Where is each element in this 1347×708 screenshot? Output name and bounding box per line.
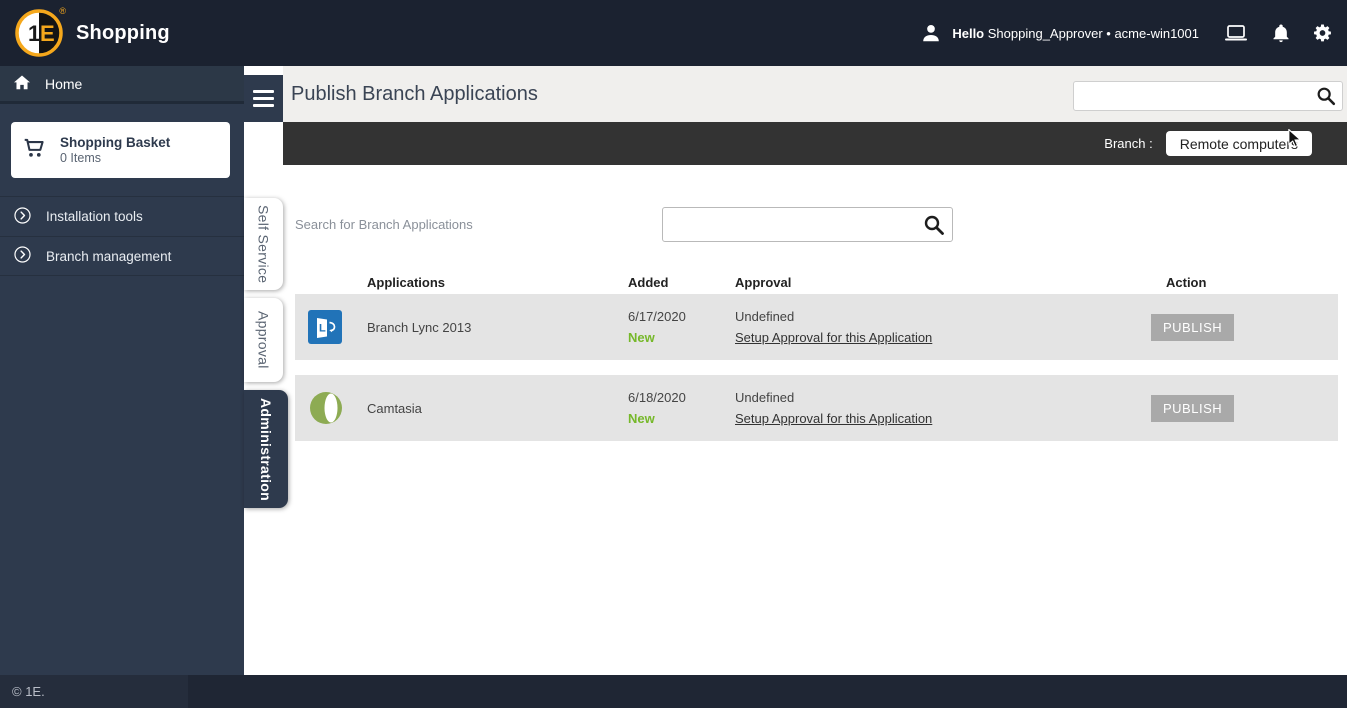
col-action: Action — [1147, 275, 1338, 290]
publish-button[interactable]: PUBLISH — [1151, 395, 1234, 422]
application-name: Camtasia — [367, 401, 628, 416]
header-search-box — [1073, 81, 1343, 111]
app-window: 1 E ® Shopping Hello Shopping_Approver •… — [0, 0, 1347, 708]
approval-cell: Undefined Setup Approval for this Applic… — [735, 309, 1147, 345]
footer-copyright: © 1E. — [0, 675, 188, 708]
user-icon — [920, 22, 942, 44]
approval-cell: Undefined Setup Approval for this Applic… — [735, 390, 1147, 426]
svg-text:1: 1 — [28, 21, 40, 46]
col-added: Added — [628, 275, 735, 290]
gear-icon[interactable] — [1313, 23, 1333, 43]
branch-app-search-label: Search for Branch Applications — [295, 217, 473, 232]
sidebar-item-branch-management[interactable]: Branch management — [0, 236, 244, 276]
sidebar: Home Shopping Basket 0 Items — [0, 66, 244, 675]
tab-approval[interactable]: Approval — [244, 298, 283, 382]
tab-self-service[interactable]: Self Service — [244, 198, 283, 290]
setup-approval-link[interactable]: Setup Approval for this Application — [735, 330, 1147, 345]
footer: © 1E. — [0, 675, 1347, 708]
content-area: Search for Branch Applications Applicati… — [283, 165, 1347, 675]
branch-app-search-box — [662, 207, 953, 242]
basket-items-count: 0 Items — [60, 151, 170, 165]
table-row: Camtasia 6/18/2020 New Undefined Setup A… — [295, 375, 1338, 441]
tab-administration[interactable]: Administration — [244, 390, 288, 508]
home-icon — [13, 74, 31, 93]
topbar: 1 E ® Shopping Hello Shopping_Approver •… — [0, 0, 1347, 66]
basket-text: Shopping Basket 0 Items — [60, 135, 170, 165]
greeting-hello: Hello — [952, 26, 984, 41]
shopping-basket-card[interactable]: Shopping Basket 0 Items — [11, 122, 230, 178]
branch-selector-button[interactable]: Remote computers — [1166, 131, 1312, 156]
registered-mark: ® — [59, 6, 66, 16]
branch-label: Branch : — [1104, 136, 1152, 151]
sidebar-item-installation-tools[interactable]: Installation tools — [0, 196, 244, 236]
status-badge: New — [628, 411, 735, 426]
sidebar-menu: Installation tools Branch management — [0, 196, 244, 276]
greeting-user: Shopping_Approver • acme-win1001 — [984, 26, 1199, 41]
page-title: Publish Branch Applications — [291, 83, 538, 106]
approval-status: Undefined — [735, 390, 1147, 405]
table-header-row: Applications Added Approval Action — [295, 270, 1338, 294]
search-icon[interactable] — [1315, 85, 1337, 107]
vertical-tab-column: Self Service Approval Administration — [244, 66, 283, 675]
laptop-icon[interactable] — [1223, 22, 1249, 44]
header-search-input[interactable] — [1074, 88, 1315, 104]
main-panel: Publish Branch Applications Branch : Rem… — [283, 66, 1347, 675]
camtasia-icon — [295, 390, 367, 426]
publish-button[interactable]: PUBLISH — [1151, 314, 1234, 341]
topbar-right: Hello Shopping_Approver • acme-win1001 — [920, 22, 1333, 44]
table-row: L Branch Lync 2013 6/17/2020 New Undefin… — [295, 294, 1338, 360]
svg-text:E: E — [40, 21, 55, 46]
col-approval: Approval — [735, 275, 1147, 290]
sidebar-item-label: Branch management — [46, 249, 171, 264]
user-greeting: Hello Shopping_Approver • acme-win1001 — [952, 26, 1199, 41]
col-applications: Applications — [367, 275, 628, 290]
action-cell: PUBLISH — [1147, 314, 1338, 341]
added-date: 6/18/2020 — [628, 390, 735, 405]
basket-title: Shopping Basket — [60, 135, 170, 150]
sidebar-item-home[interactable]: Home — [0, 66, 244, 104]
sidebar-item-label: Installation tools — [46, 209, 143, 224]
hamburger-icon[interactable] — [244, 75, 283, 122]
setup-approval-link[interactable]: Setup Approval for this Application — [735, 411, 1147, 426]
app-title: Shopping — [76, 22, 170, 45]
branch-app-search-input[interactable] — [663, 217, 922, 233]
added-cell: 6/17/2020 New — [628, 309, 735, 345]
cart-icon — [22, 135, 48, 166]
chevron-circle-icon — [13, 245, 32, 267]
applications-table: Applications Added Approval Action L — [295, 270, 1338, 441]
approval-status: Undefined — [735, 309, 1147, 324]
status-badge: New — [628, 330, 735, 345]
bell-icon[interactable] — [1271, 22, 1291, 44]
chevron-circle-icon — [13, 206, 32, 228]
branch-toolbar: Branch : Remote computers — [283, 122, 1347, 165]
svg-text:L: L — [319, 323, 326, 335]
application-name: Branch Lync 2013 — [367, 320, 628, 335]
lync-icon: L — [295, 310, 367, 344]
added-cell: 6/18/2020 New — [628, 390, 735, 426]
search-icon[interactable] — [922, 213, 946, 237]
1e-logo-icon[interactable]: 1 E ® — [14, 8, 64, 58]
sidebar-home-label: Home — [45, 76, 82, 92]
page-header: Publish Branch Applications — [283, 66, 1347, 122]
added-date: 6/17/2020 — [628, 309, 735, 324]
action-cell: PUBLISH — [1147, 395, 1338, 422]
